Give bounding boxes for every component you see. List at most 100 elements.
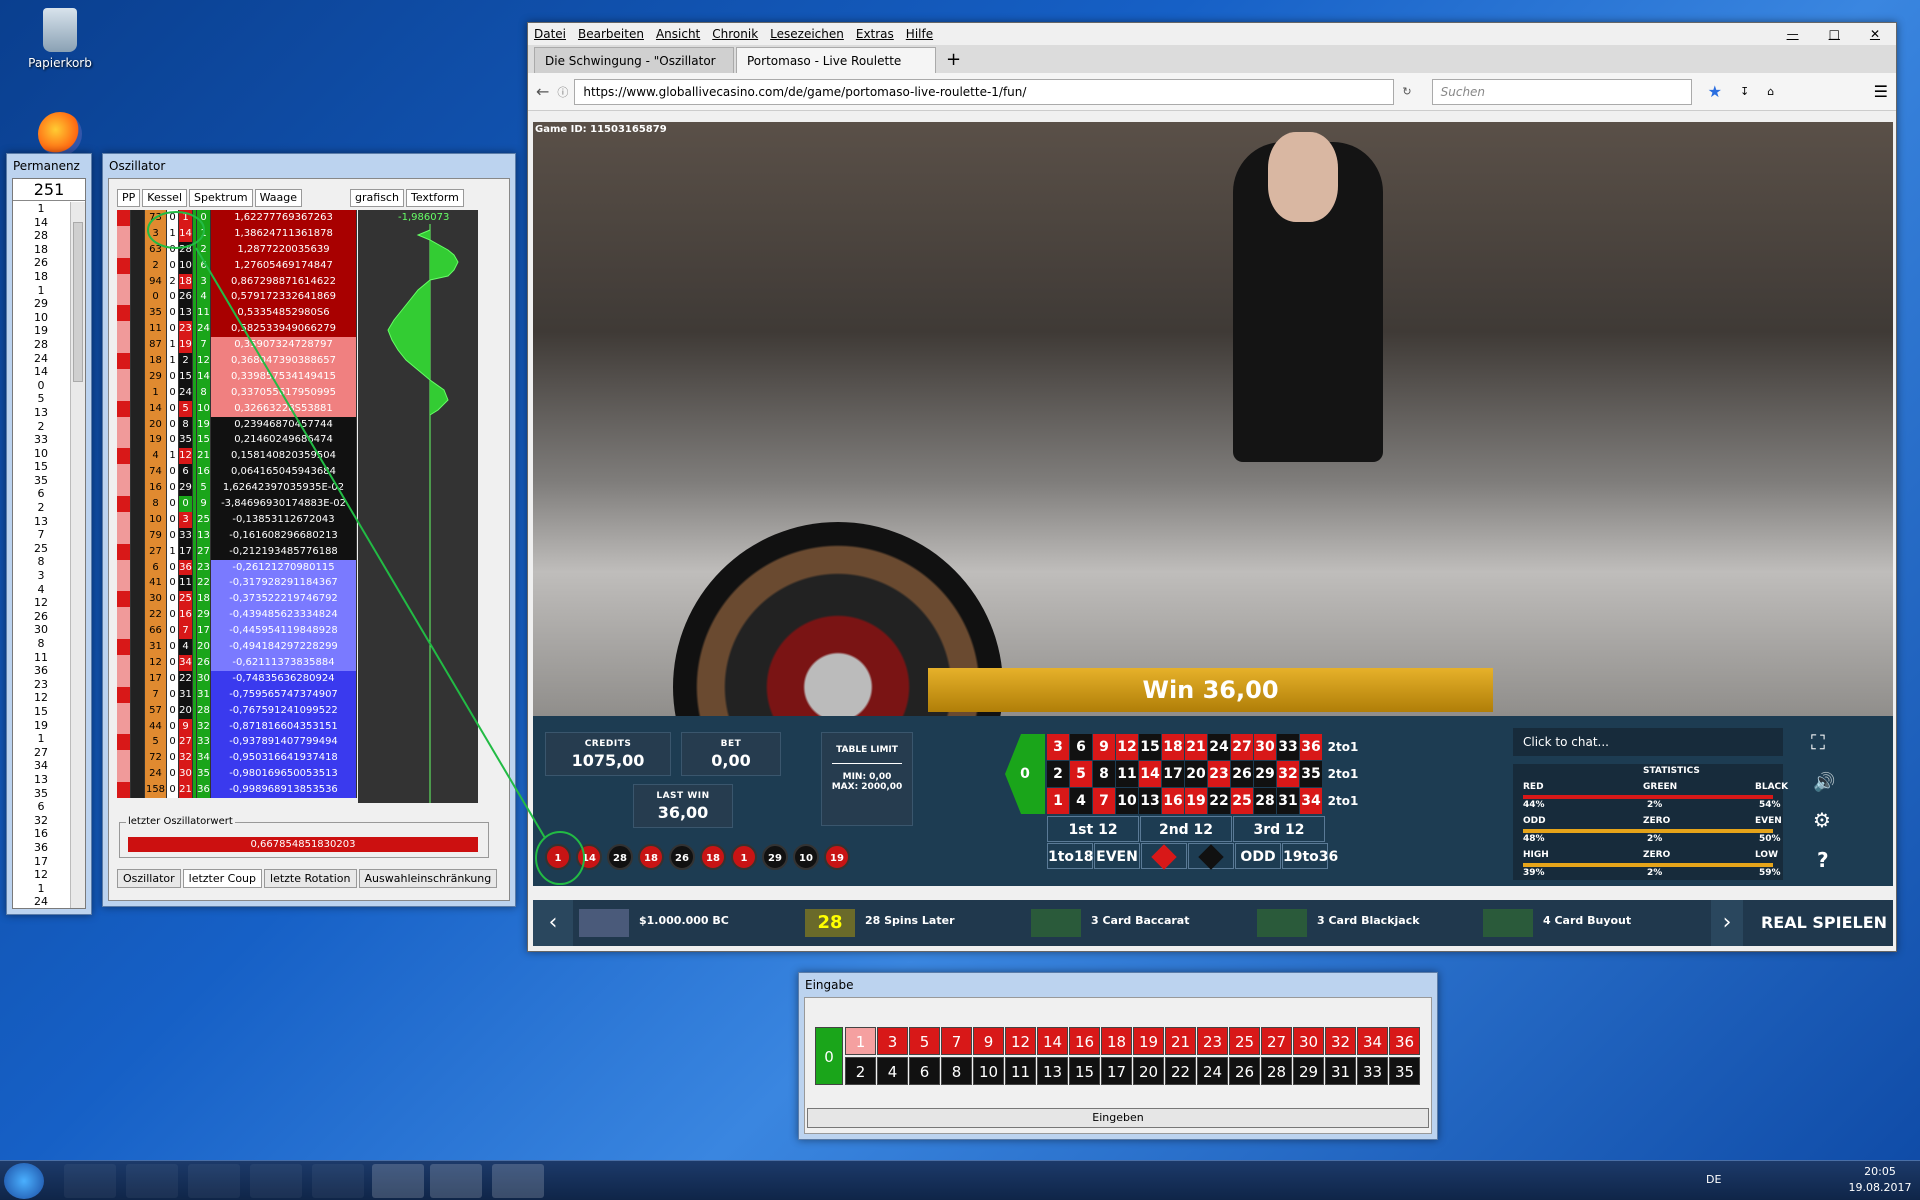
eingabe-number[interactable]: 36 [1389, 1027, 1420, 1055]
permanenz-item[interactable]: 36 [13, 841, 69, 855]
eingabe-number[interactable]: 22 [1165, 1057, 1196, 1085]
bet-number[interactable]: 14 [1139, 761, 1161, 787]
eingabe-number[interactable]: 12 [1005, 1027, 1036, 1055]
bet-number[interactable]: 30 [1254, 734, 1276, 760]
permanenz-item[interactable]: 7 [13, 528, 69, 542]
permanenz-item[interactable]: 33 [13, 433, 69, 447]
strip-thumb-2[interactable]: 28 [805, 909, 855, 937]
permanenz-item[interactable]: 5 [13, 392, 69, 406]
eingabe-number[interactable]: 21 [1165, 1027, 1196, 1055]
media-icon[interactable] [188, 1164, 240, 1198]
eingabe-number[interactable]: 35 [1389, 1057, 1420, 1085]
permanenz-item[interactable]: 13 [13, 406, 69, 420]
bet-number[interactable]: 8 [1093, 761, 1115, 787]
eingabe-number[interactable]: 9 [973, 1027, 1004, 1055]
tab-portomaso[interactable]: Portomaso - Live Roulette [736, 47, 936, 73]
eingabe-number[interactable]: 6 [909, 1057, 940, 1085]
eingabe-number[interactable]: 4 [877, 1057, 908, 1085]
strip-next-icon[interactable]: › [1711, 900, 1743, 946]
eingabe-zero[interactable]: 0 [815, 1027, 843, 1085]
permanenz-item[interactable]: 13 [13, 773, 69, 787]
header-grafisch[interactable]: grafisch [350, 189, 404, 207]
bet-odd[interactable]: ODD [1235, 843, 1281, 869]
permanenz-item[interactable]: 2 [13, 501, 69, 515]
header-kessel[interactable]: Kessel [142, 189, 187, 207]
clock-date[interactable]: 19.08.2017 [1840, 1181, 1920, 1194]
bet-number[interactable]: 18 [1162, 734, 1184, 760]
permanenz-item[interactable]: 14 [13, 365, 69, 379]
tab-letzter-coup[interactable]: letzter Coup [182, 869, 263, 888]
maximize-icon[interactable]: □ [1829, 27, 1840, 41]
dozen-1[interactable]: 1st 12 [1047, 816, 1139, 842]
permanenz-item[interactable]: 4 [13, 583, 69, 597]
sound-icon[interactable]: 🔊 [1813, 772, 1835, 793]
strip-item-3[interactable]: 3 Card Baccarat [1091, 914, 1189, 927]
bet-number[interactable]: 20 [1185, 761, 1207, 787]
permanenz-item[interactable]: 35 [13, 474, 69, 488]
permanenz-count[interactable]: 251 [13, 179, 85, 201]
permanenz-item[interactable]: 0 [13, 379, 69, 393]
bet-column[interactable]: 2to1 [1323, 734, 1363, 760]
search-input[interactable]: Suchen [1431, 78, 1692, 105]
bet-number[interactable]: 10 [1116, 788, 1138, 814]
permanenz-item[interactable]: 32 [13, 814, 69, 828]
header-spektrum[interactable]: Spektrum [189, 189, 253, 207]
permanenz-item[interactable]: 15 [13, 460, 69, 474]
permanenz-item[interactable]: 17 [13, 855, 69, 869]
bet-number[interactable]: 11 [1116, 761, 1138, 787]
bet-number[interactable]: 12 [1116, 734, 1138, 760]
tab-auswahleinschraenkung[interactable]: Auswahleinschränkung [358, 869, 498, 888]
eingabe-number[interactable]: 28 [1261, 1057, 1292, 1085]
menu-lesezeichen[interactable]: Lesezeichen [770, 27, 844, 41]
bet-number[interactable]: 7 [1093, 788, 1115, 814]
permanenz-item[interactable]: 13 [13, 515, 69, 529]
home-icon[interactable]: ⌂ [1767, 85, 1774, 98]
minimize-icon[interactable]: — [1787, 27, 1799, 41]
eingabe-number[interactable]: 32 [1325, 1027, 1356, 1055]
permanenz-item[interactable]: 23 [13, 678, 69, 692]
eingabe-number[interactable]: 19 [1133, 1027, 1164, 1055]
start-button[interactable] [4, 1163, 44, 1199]
tab-oszillator[interactable]: Oszillator [117, 869, 181, 888]
permanenz-item[interactable]: 19 [13, 719, 69, 733]
permanenz-item[interactable]: 28 [13, 229, 69, 243]
eingabe-number[interactable]: 29 [1293, 1057, 1324, 1085]
new-tab-icon[interactable]: + [938, 47, 969, 73]
bet-column[interactable]: 2to1 [1323, 788, 1363, 814]
permanenz-item[interactable]: 19 [13, 324, 69, 338]
permanenz-item[interactable]: 18 [13, 243, 69, 257]
bet-number[interactable]: 24 [1208, 734, 1230, 760]
header-textform[interactable]: Textform [405, 189, 464, 207]
strip-thumb-1[interactable] [579, 909, 629, 937]
bet-column[interactable]: 2to1 [1323, 761, 1363, 787]
eingabe-number[interactable]: 34 [1357, 1027, 1388, 1055]
bookmark-star-icon[interactable]: ★ [1708, 82, 1722, 101]
bet-number[interactable]: 35 [1300, 761, 1322, 787]
eingabe-number[interactable]: 3 [877, 1027, 908, 1055]
strip-item-1[interactable]: $1.000.000 BC [639, 914, 729, 927]
strip-thumb-3[interactable] [1031, 909, 1081, 937]
eingabe-number[interactable]: 16 [1069, 1027, 1100, 1055]
eingabe-number[interactable]: 18 [1101, 1027, 1132, 1055]
eingabe-number[interactable]: 15 [1069, 1057, 1100, 1085]
bet-number[interactable]: 25 [1231, 788, 1253, 814]
menu-datei[interactable]: Datei [534, 27, 566, 41]
url-bar[interactable]: https://www.globallivecasino.com/de/game… [574, 78, 1395, 105]
permanenz-item[interactable]: 28 [13, 338, 69, 352]
eingabe-number[interactable]: 14 [1037, 1027, 1068, 1055]
bet-number[interactable]: 19 [1185, 788, 1207, 814]
permanenz-item[interactable]: 26 [13, 256, 69, 270]
eingabe-number[interactable]: 8 [941, 1057, 972, 1085]
eingabe-number[interactable]: 5 [909, 1027, 940, 1055]
firefox-active-icon[interactable] [372, 1164, 424, 1198]
permanenz-item[interactable]: 27 [13, 746, 69, 760]
bet-number[interactable]: 32 [1277, 761, 1299, 787]
menu-bearbeiten[interactable]: Bearbeiten [578, 27, 644, 41]
bet-number[interactable]: 2 [1047, 761, 1069, 787]
permanenz-item[interactable]: 34 [13, 759, 69, 773]
bet-number[interactable]: 22 [1208, 788, 1230, 814]
eingabe-number[interactable]: 1 [845, 1027, 876, 1055]
permanenz-item[interactable]: 15 [13, 705, 69, 719]
dozen-2[interactable]: 2nd 12 [1140, 816, 1232, 842]
bet-number[interactable]: 13 [1139, 788, 1161, 814]
